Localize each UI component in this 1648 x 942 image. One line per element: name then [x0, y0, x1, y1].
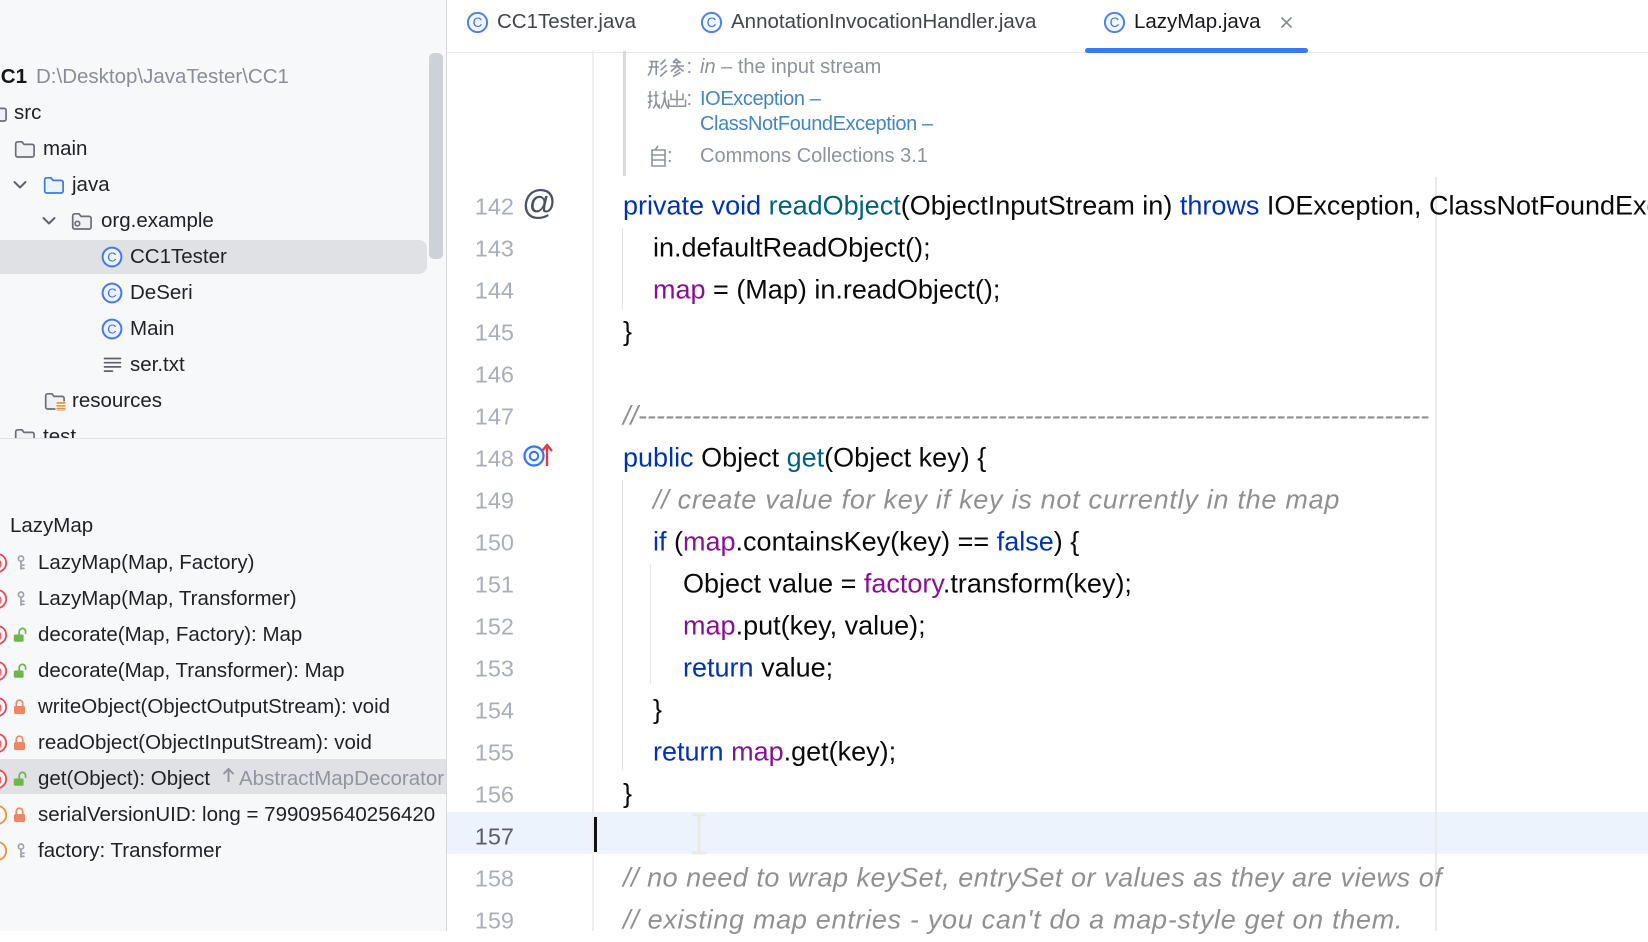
svg-text:m: m [0, 664, 2, 678]
svg-text:C: C [707, 15, 717, 30]
svg-text:m: m [0, 592, 2, 606]
svg-text:m: m [0, 628, 2, 642]
svg-text:C: C [1110, 15, 1120, 30]
svg-text:m: m [0, 736, 2, 750]
svg-text:C: C [107, 250, 116, 265]
svg-text:m: m [0, 556, 2, 570]
svg-text:C: C [107, 286, 116, 301]
svg-text:C: C [473, 15, 483, 30]
svg-text:C: C [107, 322, 116, 337]
svg-text:m: m [0, 700, 2, 714]
svg-text:m: m [0, 772, 2, 786]
